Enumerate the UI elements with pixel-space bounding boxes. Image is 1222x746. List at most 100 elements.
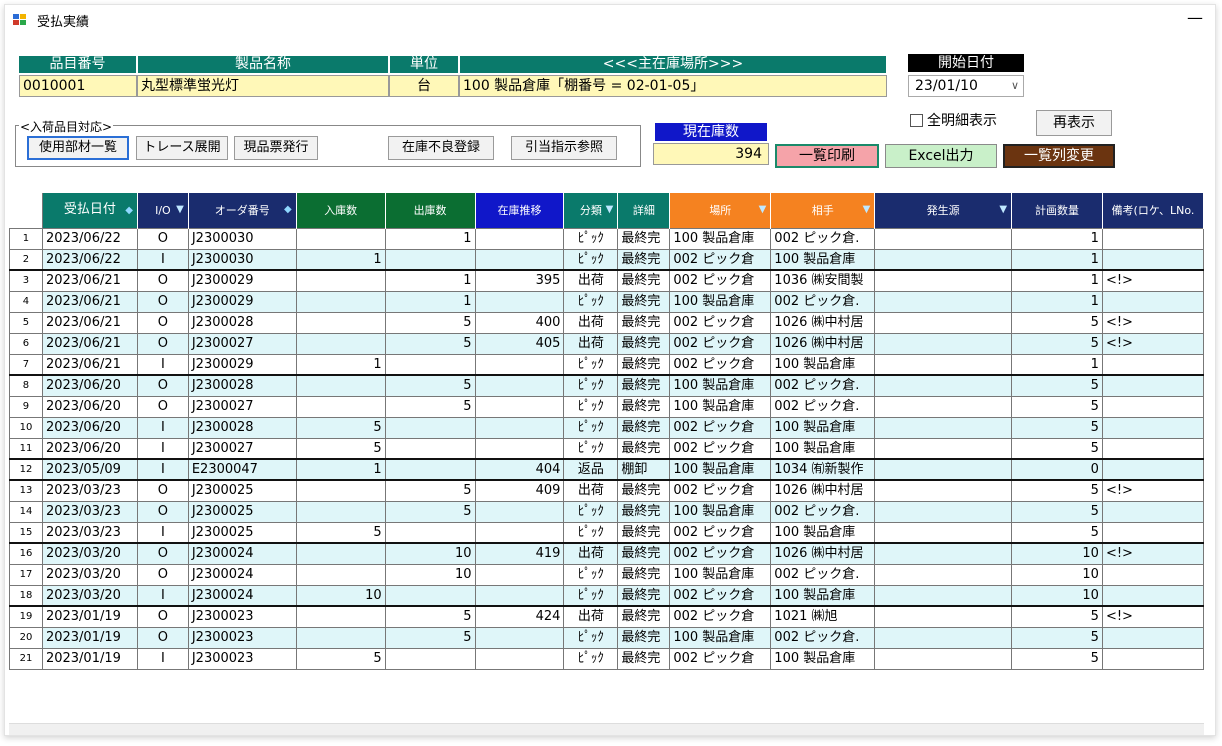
cell-src[interactable] — [874, 269, 1013, 292]
cell-src[interactable] — [874, 479, 1013, 502]
cell-trend[interactable]: 424 — [474, 605, 565, 628]
row-number-cell[interactable]: 19 — [9, 605, 43, 628]
cell-trend[interactable] — [474, 563, 565, 586]
cell-place[interactable]: 100 製品倉庫 — [669, 290, 772, 313]
cell-io[interactable]: O — [136, 395, 189, 418]
cell-out[interactable]: 1 — [384, 290, 476, 313]
cell-date[interactable]: 2023/03/20 — [41, 584, 138, 607]
cell-cls[interactable]: ﾋﾟｯｸ — [563, 395, 619, 418]
cell-plan[interactable]: 5 — [1011, 311, 1103, 334]
cell-note[interactable] — [1101, 374, 1204, 397]
cell-partner[interactable]: 002 ピック倉. — [770, 563, 876, 586]
cell-src[interactable] — [874, 458, 1013, 481]
cell-note[interactable]: <!> — [1101, 542, 1204, 565]
filter-icon[interactable]: ▼ — [606, 204, 614, 215]
cell-detail[interactable]: 最終完 — [617, 521, 671, 544]
cell-note[interactable] — [1101, 458, 1204, 481]
cell-out[interactable] — [384, 416, 476, 439]
cell-out[interactable] — [384, 248, 476, 271]
cell-trend[interactable] — [474, 374, 565, 397]
cell-detail[interactable]: 最終完 — [617, 500, 671, 523]
cell-src[interactable] — [874, 584, 1013, 607]
table-row[interactable]: 10 2023/06/20 I J2300028 5 ﾋﾟｯｸ 最終完 002 ピック倉 100… — [9, 416, 1204, 439]
cell-note[interactable]: <!> — [1101, 269, 1204, 292]
cell-place[interactable]: 002 ピック倉 — [669, 479, 772, 502]
cell-cls[interactable]: ﾋﾟｯｸ — [563, 584, 619, 607]
cell-src[interactable] — [874, 290, 1013, 313]
cell-in[interactable] — [295, 374, 386, 397]
table-row[interactable]: 5 2023/06/21 O J2300028 5 400 出荷 最終完 002 ピック倉 102… — [9, 311, 1204, 334]
cell-src[interactable] — [874, 500, 1013, 523]
column-header[interactable]: 在庫推移 — [475, 193, 565, 228]
row-number-cell[interactable]: 7 — [9, 353, 43, 376]
cell-detail[interactable]: 最終完 — [617, 437, 671, 460]
column-header[interactable]: 詳細 — [617, 193, 671, 228]
cell-order[interactable]: J2300025 — [187, 479, 297, 502]
column-header[interactable]: 入庫数 — [296, 193, 386, 228]
table-row[interactable]: 9 2023/06/20 O J2300027 5 ﾋﾟｯｸ 最終完 100 製品倉庫 002 … — [9, 395, 1204, 418]
cell-in[interactable] — [295, 311, 386, 334]
cell-order[interactable]: J2300024 — [187, 563, 297, 586]
cell-partner[interactable]: 002 ピック倉. — [770, 290, 876, 313]
cell-partner[interactable]: 002 ピック倉. — [770, 395, 876, 418]
cell-plan[interactable]: 1 — [1011, 269, 1103, 292]
cell-plan[interactable]: 1 — [1011, 353, 1103, 376]
cell-order[interactable]: J2300030 — [187, 248, 297, 271]
cell-note[interactable] — [1101, 353, 1204, 376]
cell-note[interactable] — [1101, 647, 1204, 670]
cell-date[interactable]: 2023/03/20 — [41, 563, 138, 586]
cell-order[interactable]: J2300028 — [187, 416, 297, 439]
column-header[interactable]: 分類 ▼ — [563, 193, 619, 228]
table-row[interactable]: 13 2023/03/23 O J2300025 5 409 出荷 最終完 002 ピック倉 10… — [9, 479, 1204, 502]
cell-out[interactable]: 10 — [384, 542, 476, 565]
row-number-cell[interactable]: 3 — [9, 269, 43, 292]
filter-icon[interactable]: ▼ — [759, 204, 767, 215]
cell-src[interactable] — [874, 542, 1013, 565]
cell-in[interactable]: 5 — [295, 521, 386, 544]
cell-partner[interactable]: 100 製品倉庫 — [770, 521, 876, 544]
cell-date[interactable]: 2023/01/19 — [41, 647, 138, 670]
cell-partner[interactable]: 1036 ㈱安間製 — [770, 269, 876, 292]
cell-trend[interactable] — [474, 248, 565, 271]
cell-order[interactable]: J2300027 — [187, 332, 297, 355]
cell-date[interactable]: 2023/06/21 — [41, 311, 138, 334]
table-row[interactable]: 18 2023/03/20 I J2300024 10 ﾋﾟｯｸ 最終完 002 ピック倉 10… — [9, 584, 1204, 607]
cell-cls[interactable]: 出荷 — [563, 332, 619, 355]
cell-src[interactable] — [874, 311, 1013, 334]
column-header[interactable]: I/O ▼ — [137, 193, 189, 228]
cell-out[interactable] — [384, 647, 476, 670]
cell-plan[interactable]: 5 — [1011, 500, 1103, 523]
row-number-cell[interactable]: 2 — [9, 248, 43, 271]
cell-io[interactable]: O — [136, 542, 189, 565]
cell-in[interactable] — [295, 269, 386, 292]
cell-plan[interactable]: 5 — [1011, 626, 1103, 649]
cell-detail[interactable]: 最終完 — [617, 647, 671, 670]
row-number-cell[interactable]: 11 — [9, 437, 43, 460]
cell-out[interactable] — [384, 521, 476, 544]
cell-out[interactable] — [384, 353, 476, 376]
cell-partner[interactable]: 1026 ㈱中村居 — [770, 542, 876, 565]
cell-plan[interactable]: 5 — [1011, 374, 1103, 397]
cell-order[interactable]: J2300025 — [187, 500, 297, 523]
cell-io[interactable]: O — [136, 227, 189, 250]
cell-src[interactable] — [874, 626, 1013, 649]
cell-note[interactable] — [1101, 395, 1204, 418]
cell-out[interactable]: 5 — [384, 311, 476, 334]
cell-partner[interactable]: 1034 ㈲新製作 — [770, 458, 876, 481]
cell-cls[interactable]: ﾋﾟｯｸ — [563, 353, 619, 376]
cell-place[interactable]: 002 ピック倉 — [669, 647, 772, 670]
cell-place[interactable]: 100 製品倉庫 — [669, 374, 772, 397]
table-row[interactable]: 8 2023/06/20 O J2300028 5 ﾋﾟｯｸ 最終完 100 製品倉庫 002 … — [9, 374, 1204, 397]
cell-partner[interactable]: 002 ピック倉. — [770, 500, 876, 523]
cell-order[interactable]: J2300025 — [187, 521, 297, 544]
column-header[interactable]: 出庫数 — [385, 193, 476, 228]
cell-plan[interactable]: 5 — [1011, 647, 1103, 670]
cell-io[interactable]: I — [136, 248, 189, 271]
cell-cls[interactable]: ﾋﾟｯｸ — [563, 626, 619, 649]
cell-partner[interactable]: 100 製品倉庫 — [770, 416, 876, 439]
cell-place[interactable]: 002 ピック倉 — [669, 269, 772, 292]
cell-io[interactable]: O — [136, 479, 189, 502]
cell-date[interactable]: 2023/01/19 — [41, 605, 138, 628]
row-number-cell[interactable]: 17 — [9, 563, 43, 586]
table-row[interactable]: 16 2023/03/20 O J2300024 10 419 出荷 最終完 002 ピック倉 1… — [9, 542, 1204, 565]
